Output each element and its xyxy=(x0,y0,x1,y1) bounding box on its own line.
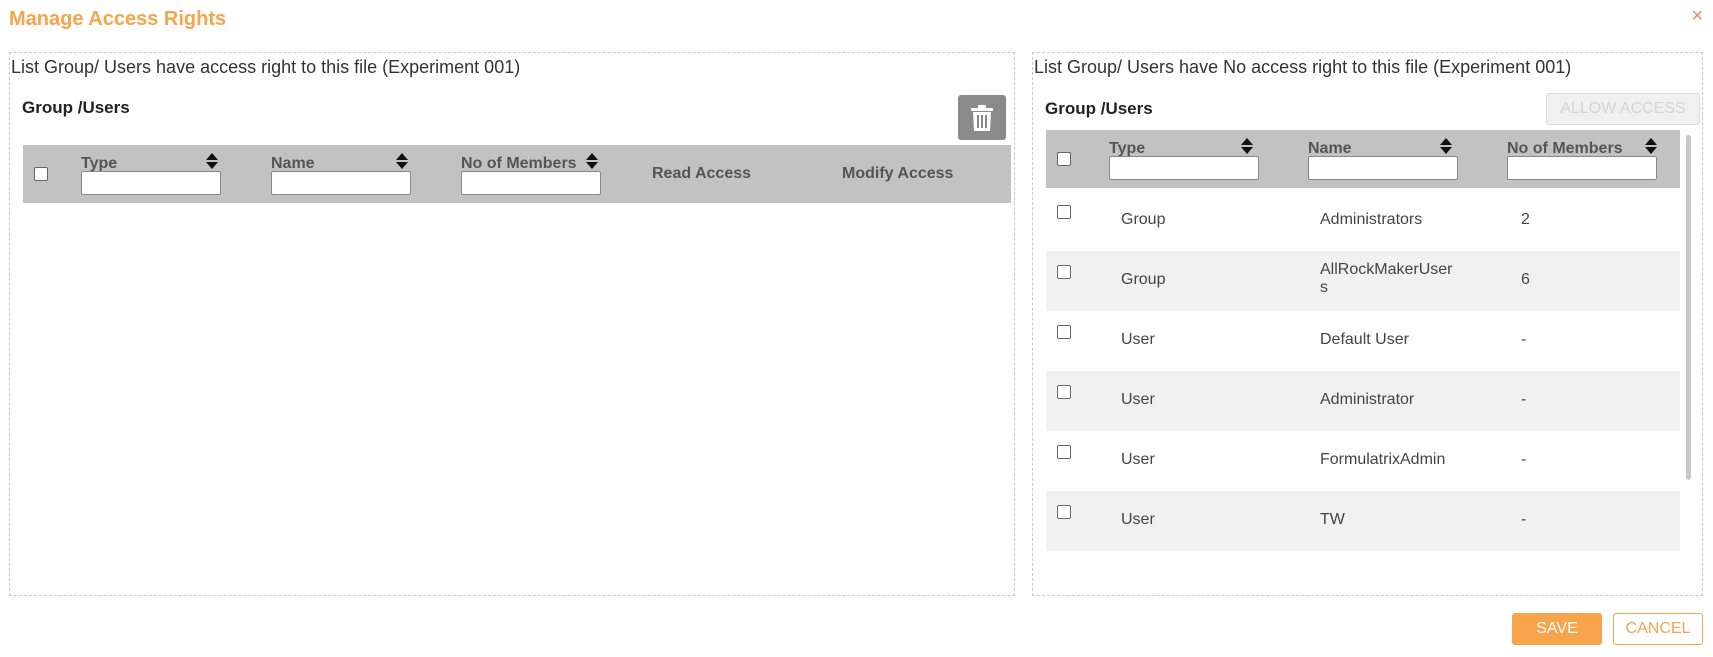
members-filter-input[interactable] xyxy=(461,171,601,195)
row-members: - xyxy=(1521,331,1527,348)
table-header: Type Name No of Members xyxy=(1046,130,1680,188)
delete-button[interactable] xyxy=(958,95,1006,140)
allow-access-button[interactable]: ALLOW ACCESS xyxy=(1546,93,1700,125)
panel-caption: List Group/ Users have No access right t… xyxy=(1034,57,1572,77)
cancel-button[interactable]: CANCEL xyxy=(1613,613,1703,645)
table-row[interactable]: Group Administrators 2 xyxy=(1046,191,1680,251)
user-list: Group Administrators 2 Group AllRockMake… xyxy=(1046,191,1680,551)
panel-caption: List Group/ Users have access right to t… xyxy=(11,57,521,77)
sort-icon[interactable] xyxy=(1440,138,1452,154)
row-checkbox[interactable] xyxy=(1057,505,1071,519)
type-filter-input[interactable] xyxy=(81,171,221,195)
save-button[interactable]: SAVE xyxy=(1512,613,1602,645)
close-icon[interactable]: × xyxy=(1691,4,1703,28)
row-name: Default User xyxy=(1320,331,1409,348)
sort-icon[interactable] xyxy=(586,153,598,169)
members-filter-input[interactable] xyxy=(1507,156,1657,180)
row-checkbox[interactable] xyxy=(1057,265,1071,279)
row-type: User xyxy=(1121,451,1155,468)
row-name: AllRockMakerUsers xyxy=(1320,261,1453,296)
table-row[interactable]: Group AllRockMakerUsers 6 xyxy=(1046,251,1680,311)
trash-icon xyxy=(971,104,993,131)
row-checkbox[interactable] xyxy=(1057,445,1071,459)
row-members: 6 xyxy=(1521,271,1530,288)
sort-icon[interactable] xyxy=(1241,138,1253,154)
table-row[interactable]: User FormulatrixAdmin - xyxy=(1046,431,1680,491)
sort-icon[interactable] xyxy=(396,153,408,169)
column-modify-access: Modify Access xyxy=(842,165,954,182)
table-row[interactable]: User Administrator - xyxy=(1046,371,1680,431)
dialog-title: Manage Access Rights xyxy=(9,8,227,30)
select-all-checkbox[interactable] xyxy=(1057,152,1071,166)
name-filter-input[interactable] xyxy=(1308,156,1458,180)
row-members: - xyxy=(1521,451,1527,468)
row-checkbox[interactable] xyxy=(1057,385,1071,399)
row-name: Administrators xyxy=(1320,211,1423,228)
row-members: 2 xyxy=(1521,211,1530,228)
row-type: User xyxy=(1121,391,1155,408)
row-members: - xyxy=(1521,391,1527,408)
name-filter-input[interactable] xyxy=(271,171,411,195)
sort-icon[interactable] xyxy=(206,153,218,169)
sort-icon[interactable] xyxy=(1645,138,1657,154)
row-members: - xyxy=(1521,511,1527,528)
row-type: User xyxy=(1121,331,1155,348)
row-name: Administrator xyxy=(1320,391,1415,408)
row-type: Group xyxy=(1121,271,1166,288)
column-read-access: Read Access xyxy=(652,165,752,182)
table-header: Type Name No of Members Read Access Modi… xyxy=(23,145,1011,203)
row-name: FormulatrixAdmin xyxy=(1320,451,1446,468)
table-row[interactable]: User TW - xyxy=(1046,491,1680,551)
section-title: Group /Users xyxy=(22,98,130,117)
scrollbar[interactable] xyxy=(1686,135,1691,480)
row-type: User xyxy=(1121,511,1155,528)
section-title: Group /Users xyxy=(1045,99,1153,118)
select-all-checkbox[interactable] xyxy=(34,167,48,181)
type-filter-input[interactable] xyxy=(1109,156,1259,180)
row-name: TW xyxy=(1320,511,1345,528)
row-type: Group xyxy=(1121,211,1166,228)
row-checkbox[interactable] xyxy=(1057,325,1071,339)
access-granted-panel: List Group/ Users have access right to t… xyxy=(9,52,1015,596)
table-row[interactable]: User Default User - xyxy=(1046,311,1680,371)
row-checkbox[interactable] xyxy=(1057,205,1071,219)
no-access-panel: List Group/ Users have No access right t… xyxy=(1032,52,1703,596)
